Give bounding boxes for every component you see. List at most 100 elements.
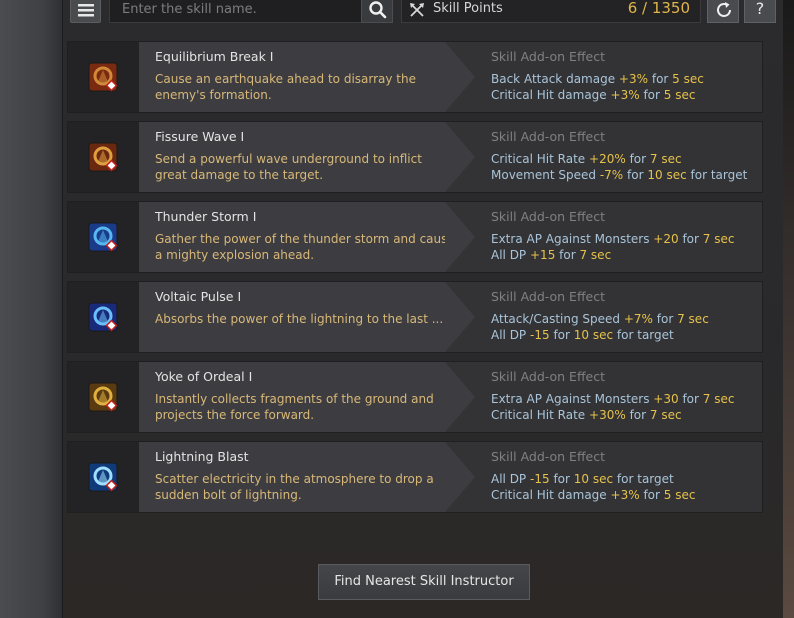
addon-effect-line: Attack/Casting Speed +7% for 7 sec: [491, 311, 761, 327]
addon-effect-line: Extra AP Against Monsters +20 for 7 sec: [491, 231, 761, 247]
addon-effect-line: Critical Hit damage +3% for 5 sec: [491, 87, 761, 103]
crossed-axes-icon: [410, 3, 424, 17]
voltaic-pulse-icon[interactable]: [88, 302, 118, 332]
effect-for: for: [656, 312, 674, 326]
effect-for: for: [553, 328, 570, 342]
skill-description: Send a powerful wave underground to infl…: [155, 152, 422, 182]
search-input[interactable]: [110, 0, 360, 22]
addon-effect: Skill Add-on Effect Extra AP Against Mons…: [491, 369, 761, 423]
effect-duration: 5 sec: [663, 488, 696, 502]
skill-info: Thunder Storm I Gather the power of the t…: [139, 202, 455, 272]
addon-title: Skill Add-on Effect: [491, 209, 606, 224]
addon-effect-line: All DP +15 for 7 sec: [491, 247, 761, 263]
skill-icon-cell: [68, 42, 140, 112]
skill-row[interactable]: Voltaic Pulse I Absorbs the power of the …: [67, 281, 763, 353]
effect-for: for: [651, 72, 669, 86]
effect-for: for: [553, 472, 570, 486]
skill-row[interactable]: Fissure Wave I Send a powerful wave under…: [67, 121, 763, 193]
effect-duration: 7 sec: [677, 312, 709, 326]
effect-duration: 5 sec: [663, 88, 696, 102]
search-button[interactable]: [361, 0, 393, 23]
effect-value: +15: [530, 248, 556, 262]
skill-name: Voltaic Pulse I: [155, 289, 242, 304]
effect-stat: Movement Speed: [491, 168, 596, 182]
refresh-button[interactable]: [707, 0, 739, 23]
skill-icon-cell: [68, 282, 140, 352]
effect-duration: 7 sec: [649, 408, 682, 422]
effect-value: -7%: [599, 168, 624, 182]
effect-value: +3%: [610, 88, 640, 102]
skill-points-value: 6 / 1350: [627, 0, 690, 17]
skill-info: Equilibrium Break I Cause an earthquake a…: [139, 42, 445, 112]
effect-duration: 10 sec: [573, 472, 614, 486]
thunder-storm-icon[interactable]: [88, 222, 118, 252]
find-nearest-skill-instructor-button[interactable]: Find Nearest Skill Instructor: [318, 564, 530, 600]
skill-info: Yoke of Ordeal I Instantly collects fragm…: [139, 362, 445, 432]
effect-duration: 7 sec: [702, 232, 735, 246]
skill-icon-cell: [68, 362, 140, 432]
search-box: [109, 0, 391, 23]
effect-value: +30%: [589, 408, 626, 422]
skill-row[interactable]: Equilibrium Break I Cause an earthquake a…: [67, 41, 763, 113]
effect-value: +7%: [623, 312, 653, 326]
skill-points-display: Skill Points 6 / 1350: [401, 0, 701, 23]
earth-fist-icon[interactable]: [88, 62, 118, 92]
addon-effect: Skill Add-on Effect Back Attack damage +3…: [491, 49, 761, 103]
skill-name: Thunder Storm I: [155, 209, 257, 224]
effect-duration: 10 sec: [647, 168, 687, 182]
effect-stat: Critical Hit damage: [491, 88, 607, 102]
skill-info: Lightning Blast Scatter electricity in th…: [139, 442, 445, 512]
effect-stat: Critical Hit damage: [491, 488, 607, 502]
skill-info: Fissure Wave I Send a powerful wave under…: [139, 122, 445, 192]
skill-icon-cell: [68, 442, 140, 512]
effect-for: for: [629, 152, 647, 166]
effect-value: +20%: [589, 152, 626, 166]
effect-stat: All DP: [491, 248, 527, 262]
skill-name: Equilibrium Break I: [155, 49, 274, 64]
effect-stat: Back Attack damage: [491, 72, 616, 86]
effect-for: for: [682, 232, 699, 246]
effect-for: for: [559, 248, 576, 262]
skill-info: Voltaic Pulse I Absorbs the power of the …: [139, 282, 445, 352]
top-toolbar: Skill Points 6 / 1350 ?: [63, 0, 783, 26]
skill-row[interactable]: Yoke of Ordeal I Instantly collects fragm…: [67, 361, 763, 433]
addon-effect-line: All DP -15 for 10 sec for target: [491, 327, 761, 343]
skill-row[interactable]: Lightning Blast Scatter electricity in th…: [67, 441, 763, 513]
effect-duration: 7 sec: [702, 392, 735, 406]
effect-stat: All DP: [491, 472, 527, 486]
skill-description: Scatter electricity in the atmosphere to…: [155, 472, 434, 502]
addon-effect: Skill Add-on Effect Extra AP Against Mons…: [491, 209, 761, 263]
effect-for: for: [682, 392, 699, 406]
background-left-strip: [0, 0, 62, 618]
addon-effect: Skill Add-on Effect Attack/Casting Speed …: [491, 289, 761, 343]
skill-description: Instantly collects fragments of the grou…: [155, 392, 434, 422]
effect-stat: Critical Hit Rate: [491, 408, 586, 422]
effect-value: +20: [653, 232, 679, 246]
menu-button[interactable]: [70, 0, 101, 23]
fissure-icon[interactable]: [88, 142, 118, 172]
skill-name: Yoke of Ordeal I: [155, 369, 253, 384]
effect-value: +3%: [618, 72, 649, 86]
effect-stat: All DP: [491, 328, 527, 342]
skill-row[interactable]: Thunder Storm I Gather the power of the t…: [67, 201, 763, 273]
addon-effect-line: Back Attack damage +3% for 5 sec: [491, 71, 761, 87]
addon-effect: Skill Add-on Effect All DP -15 for 10 sec…: [491, 449, 761, 503]
effect-target: for target: [616, 472, 674, 486]
lightning-blast-icon[interactable]: [88, 462, 118, 492]
addon-effect-line: Extra AP Against Monsters +30 for 7 sec: [491, 391, 761, 407]
skill-points-label: Skill Points: [433, 1, 503, 16]
help-button[interactable]: ?: [744, 0, 776, 23]
arrow-divider: [445, 362, 475, 432]
effect-stat: Critical Hit Rate: [491, 152, 586, 166]
effect-duration: 10 sec: [573, 328, 614, 342]
effect-target: for target: [690, 168, 748, 182]
addon-title: Skill Add-on Effect: [491, 49, 606, 64]
addon-effect-line: Movement Speed -7% for 10 sec for target: [491, 167, 761, 183]
skill-icon-cell: [68, 122, 140, 192]
addon-title: Skill Add-on Effect: [491, 289, 606, 304]
addon-title: Skill Add-on Effect: [491, 129, 606, 144]
addon-effect-line: Critical Hit Rate +20% for 7 sec: [491, 151, 761, 167]
arrow-divider: [445, 442, 475, 512]
yoke-icon[interactable]: [88, 382, 118, 412]
arrow-divider: [445, 282, 475, 352]
